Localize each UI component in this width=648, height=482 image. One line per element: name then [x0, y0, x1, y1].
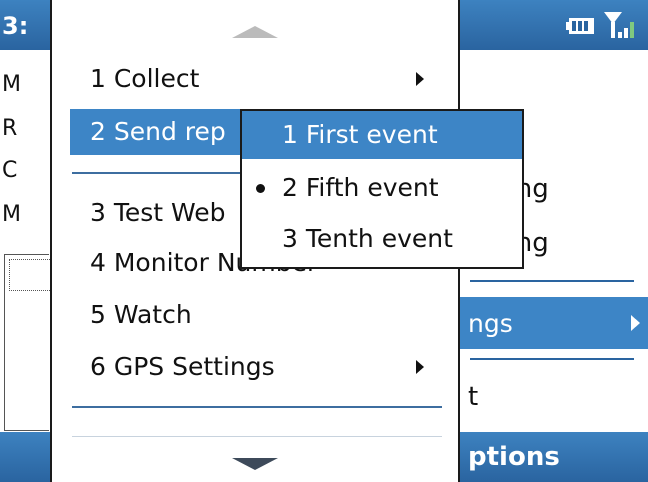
- menu-item-watch[interactable]: 5 Watch: [70, 292, 442, 338]
- menu-item-label: 5 Watch: [90, 300, 192, 329]
- submenu-item-tenth-event[interactable]: 3 Tenth event: [242, 215, 522, 263]
- background-row-4: M: [2, 202, 21, 227]
- submenu-item-fifth-event[interactable]: 2 Fifth event: [242, 164, 522, 212]
- menu-item-gps-settings[interactable]: 6 GPS Settings: [70, 344, 442, 390]
- background-list-box: [4, 254, 50, 431]
- menu-item-label: 6 GPS Settings: [90, 352, 275, 381]
- submenu-item-label: 2 Fifth event: [282, 173, 439, 202]
- submenu-item-label: 3 Tenth event: [282, 224, 453, 253]
- submenu-item-first-event[interactable]: 1 First event: [242, 111, 522, 159]
- background-row-3: C: [2, 158, 18, 183]
- menu-item-collect[interactable]: 1 Collect: [70, 56, 442, 102]
- menu-item-label: 2 Send rep: [90, 117, 226, 146]
- softkey-right-label[interactable]: ptions: [468, 442, 560, 472]
- submenu-item-label: 1 First event: [282, 120, 438, 149]
- radio-selected-icon: [256, 184, 265, 193]
- chevron-right-icon: [416, 72, 424, 86]
- menu-item-label: 3 Test Web: [90, 198, 226, 227]
- scroll-down-arrow-icon[interactable]: [232, 458, 278, 470]
- clock-text: 3:: [2, 12, 29, 40]
- scroll-up-arrow-icon[interactable]: [232, 26, 278, 38]
- menu-separator: [72, 436, 442, 437]
- background-settings-label: ngs: [468, 309, 513, 338]
- chevron-right-icon: [631, 315, 640, 331]
- menu-item-label: 1 Collect: [90, 64, 200, 93]
- chevron-right-icon: [416, 360, 424, 374]
- background-separator-2: [470, 358, 634, 360]
- background-settings-item[interactable]: ngs: [460, 297, 648, 349]
- battery-icon: [566, 18, 594, 34]
- background-list-selection: [9, 259, 50, 291]
- background-separator: [470, 280, 634, 282]
- background-row-1: M: [2, 72, 21, 97]
- send-report-submenu: 1 First event 2 Fifth event 3 Tenth even…: [240, 109, 524, 269]
- background-row-2: R: [2, 116, 18, 141]
- signal-icon: [604, 12, 634, 38]
- background-right-label-3: t: [468, 382, 479, 412]
- menu-separator: [72, 406, 442, 408]
